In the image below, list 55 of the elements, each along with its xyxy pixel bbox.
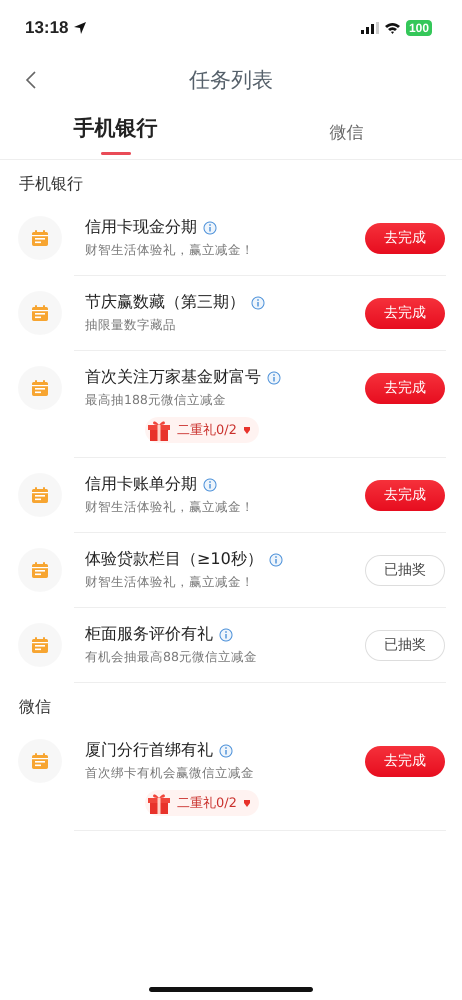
calendar-icon bbox=[18, 623, 62, 667]
calendar-icon bbox=[18, 216, 62, 260]
tab[interactable]: 微信 bbox=[322, 116, 372, 148]
caret-down-icon bbox=[242, 798, 251, 808]
task-title: 柜面服务评价有礼 bbox=[85, 624, 213, 645]
info-icon[interactable] bbox=[268, 552, 283, 566]
tab-indicator bbox=[100, 152, 130, 154]
info-icon[interactable] bbox=[203, 478, 217, 492]
back-icon[interactable] bbox=[25, 70, 37, 90]
task-title: 信用卡现金分期 bbox=[85, 217, 197, 238]
task-button[interactable]: 已抽奖 bbox=[365, 630, 445, 660]
task-description: 最高抽188元微信立减金 bbox=[85, 392, 227, 409]
bonus-tag[interactable]: 二重礼0/2 bbox=[145, 417, 259, 443]
task-button[interactable]: 去完成 bbox=[365, 298, 445, 328]
task-title: 信用卡账单分期 bbox=[85, 474, 197, 495]
task-title: 厦门分行首绑有礼 bbox=[85, 740, 213, 761]
tab[interactable]: 手机银行 bbox=[66, 110, 166, 146]
calendar-icon bbox=[18, 548, 62, 592]
caret-down-icon bbox=[242, 426, 251, 434]
battery-level: 100 bbox=[406, 20, 432, 36]
task-description: 财智生活体验礼，赢立减金！ bbox=[85, 499, 255, 516]
section-heading: 手机银行 bbox=[18, 174, 84, 195]
wifi-icon bbox=[384, 22, 401, 34]
task-title: 首次关注万家基金财富号 bbox=[85, 367, 261, 388]
info-icon[interactable] bbox=[267, 370, 281, 384]
info-icon[interactable] bbox=[219, 628, 233, 642]
task-description: 首次绑卡有机会赢微信立减金 bbox=[85, 765, 255, 782]
gift-icon bbox=[147, 792, 172, 814]
location-arrow-icon bbox=[73, 20, 88, 34]
calendar-icon bbox=[18, 473, 62, 517]
task-button[interactable]: 去完成 bbox=[365, 372, 445, 404]
info-icon[interactable] bbox=[251, 296, 265, 310]
section-heading: 微信 bbox=[18, 697, 52, 718]
task-button[interactable]: 去完成 bbox=[365, 222, 445, 254]
page-title: 任务列表 bbox=[189, 67, 273, 94]
bonus-text: 二重礼0/2 bbox=[177, 795, 237, 812]
task-button[interactable]: 去完成 bbox=[365, 480, 445, 510]
status-time: 13:18 bbox=[25, 18, 68, 38]
task-button[interactable]: 已抽奖 bbox=[365, 554, 445, 586]
info-icon[interactable] bbox=[203, 220, 217, 234]
task-description: 有机会抽最高88元微信立减金 bbox=[85, 649, 258, 666]
task-title: 体验贷款栏目（≥10秒） bbox=[85, 549, 263, 570]
task-button[interactable]: 去完成 bbox=[365, 746, 445, 776]
calendar-icon bbox=[18, 366, 62, 410]
task-title: 节庆赢数藏（第三期） bbox=[85, 292, 245, 313]
task-description: 抽限量数字藏品 bbox=[85, 317, 177, 334]
task-description: 财智生活体验礼，赢立减金！ bbox=[85, 242, 255, 259]
bonus-text: 二重礼0/2 bbox=[177, 422, 237, 439]
bonus-tag[interactable]: 二重礼0/2 bbox=[145, 790, 259, 816]
signal-icon bbox=[360, 22, 379, 34]
info-icon[interactable] bbox=[219, 744, 233, 758]
calendar-icon bbox=[18, 291, 62, 335]
calendar-icon bbox=[18, 739, 62, 783]
gift-icon bbox=[147, 419, 172, 441]
task-description: 财智生活体验礼，赢立减金！ bbox=[85, 574, 255, 591]
